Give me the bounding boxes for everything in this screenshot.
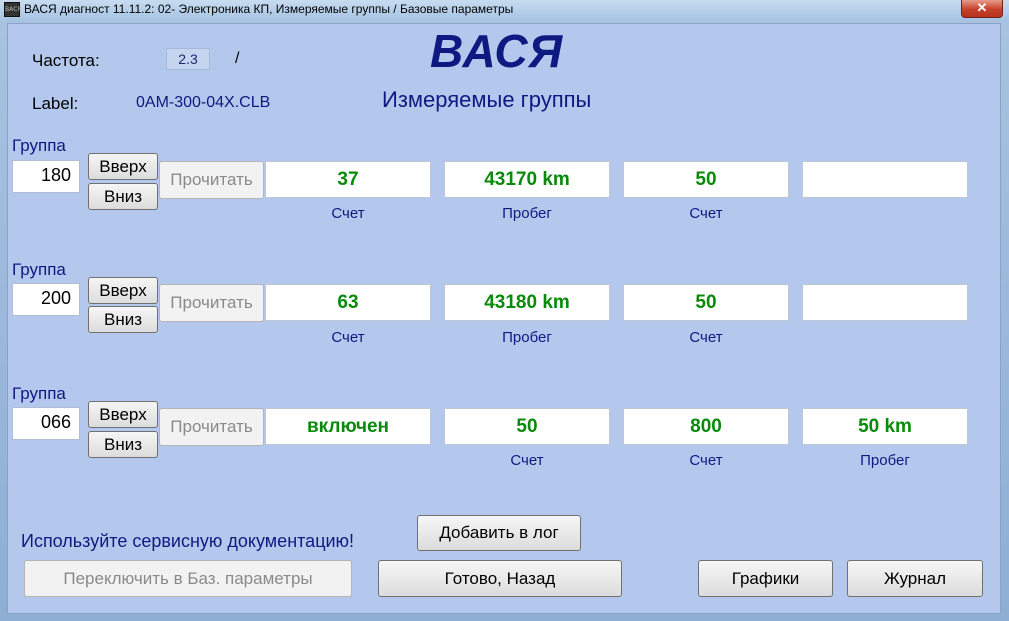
group-down-button[interactable]: Вниз (88, 431, 158, 458)
brand-logo: ВАСЯ (430, 25, 564, 77)
field-unit: Пробег (860, 452, 910, 469)
journal-button[interactable]: Журнал (847, 560, 983, 597)
window-title: ВАСЯ диагност 11.11.2: 02- Электроника К… (24, 2, 514, 16)
field-value: 50 (444, 408, 610, 445)
app-window: ВАСЯ ВАСЯ диагност 11.11.2: 02- Электрон… (0, 0, 1009, 621)
field-value (802, 161, 968, 198)
field-value (802, 284, 968, 321)
field-value: 50 km (802, 408, 968, 445)
group-number-input[interactable]: 066 (12, 407, 80, 440)
close-button[interactable]: ✕ (961, 0, 1003, 18)
field-value: 37 (265, 161, 431, 198)
group-label: Группа (12, 260, 66, 279)
field-value: 43170 km (444, 161, 610, 198)
field-unit: Счет (689, 452, 723, 469)
field-value: включен (265, 408, 431, 445)
field-unit: Счет (510, 452, 544, 469)
title-bar: ВАСЯ ВАСЯ диагност 11.11.2: 02- Электрон… (0, 0, 1009, 20)
label-value: 0AM-300-04X.CLB (136, 94, 271, 111)
graphs-button[interactable]: Графики (698, 560, 833, 597)
group-up-button[interactable]: Вверх (88, 153, 158, 180)
group-down-button[interactable]: Вниз (88, 306, 158, 333)
field-value: 63 (265, 284, 431, 321)
group-label: Группа (12, 136, 66, 155)
group-down-button[interactable]: Вниз (88, 183, 158, 210)
field-unit: Счет (689, 329, 723, 346)
field-unit: Счет (331, 205, 365, 222)
field-value: 50 (623, 284, 789, 321)
frequency-label: Частота: (32, 51, 100, 70)
app-icon: ВАСЯ (4, 2, 22, 17)
group-number-input[interactable]: 180 (12, 160, 80, 193)
add-to-log-button[interactable]: Добавить в лог (417, 515, 581, 551)
field-unit: Пробег (502, 329, 552, 346)
group-label: Группа (12, 384, 66, 403)
done-back-button[interactable]: Готово, Назад (378, 560, 622, 597)
read-button[interactable]: Прочитать (159, 408, 264, 446)
page-subtitle: Измеряемые группы (382, 87, 592, 112)
field-unit: Счет (331, 329, 365, 346)
field-unit: Счет (689, 205, 723, 222)
group-up-button[interactable]: Вверх (88, 277, 158, 304)
group-up-button[interactable]: Вверх (88, 401, 158, 428)
read-button[interactable]: Прочитать (159, 284, 264, 322)
field-unit: Пробег (502, 205, 552, 222)
frequency-slash: / (235, 50, 240, 67)
group-number-input[interactable]: 200 (12, 283, 80, 316)
frequency-value: 2.3 (166, 48, 210, 70)
switch-basic-settings-button[interactable]: Переключить в Баз. параметры (24, 560, 352, 597)
main-panel: Частота: 2.3 / Label: 0AM-300-04X.CLB ВА… (7, 23, 1001, 614)
field-value: 50 (623, 161, 789, 198)
read-button[interactable]: Прочитать (159, 161, 264, 199)
label-caption: Label: (32, 94, 79, 113)
field-value: 43180 km (444, 284, 610, 321)
service-doc-hint: Используйте сервисную документацию! (21, 531, 355, 551)
field-value: 800 (623, 408, 789, 445)
